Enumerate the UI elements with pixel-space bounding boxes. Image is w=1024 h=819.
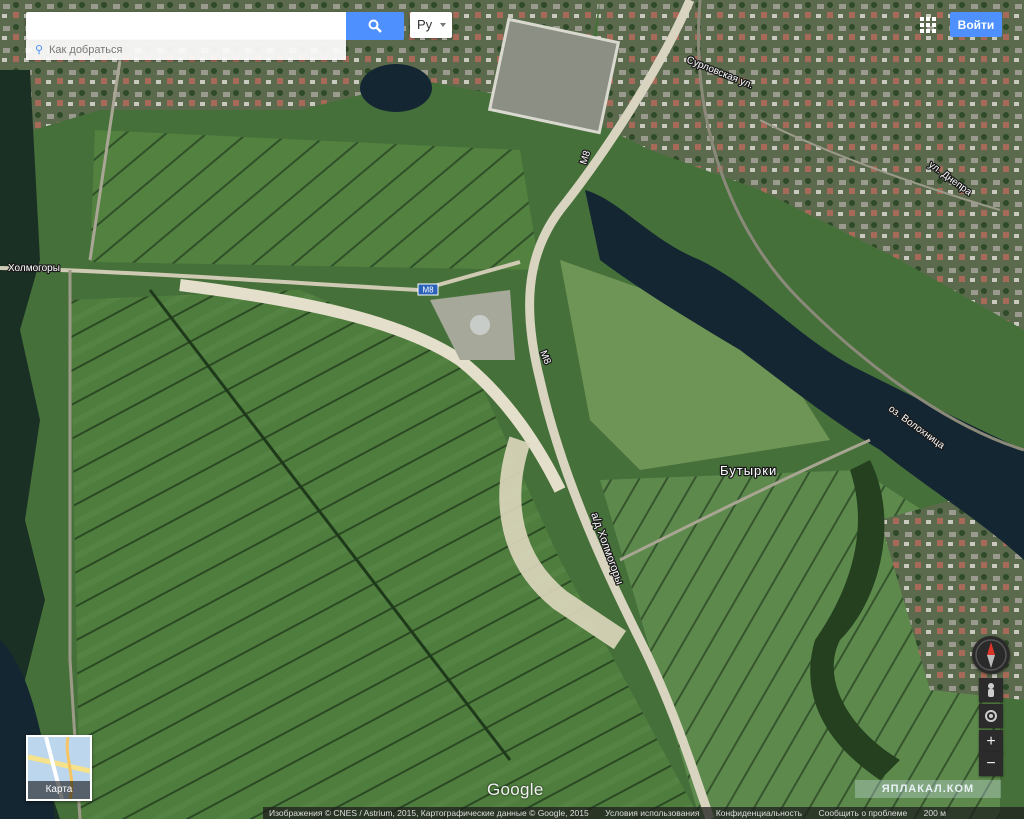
- my-location-icon[interactable]: [979, 704, 1003, 728]
- signin-button[interactable]: Войти: [950, 12, 1002, 37]
- watermark: ЯПЛАКАЛ.КОМ: [855, 780, 1001, 798]
- attribution-text: Изображения © CNES / Astrium, 2015, Карт…: [269, 808, 589, 818]
- m8-shield-label: М8: [422, 286, 434, 295]
- search-button[interactable]: [346, 12, 404, 40]
- language-selected: Ру: [417, 17, 433, 32]
- chevron-down-icon: [440, 23, 446, 27]
- directions-icon: ⚲: [35, 44, 44, 56]
- google-logo: Google: [487, 780, 544, 799]
- zoom-in-button[interactable]: +: [979, 730, 1003, 754]
- compass-icon[interactable]: [972, 636, 1010, 674]
- pegman-shape-icon: [988, 683, 994, 697]
- scale-label[interactable]: 200 м: [924, 808, 946, 818]
- search-icon: [368, 19, 382, 33]
- label-kholmogory-left: Холмогоры: [8, 263, 60, 274]
- minimap-label: Карта: [28, 781, 90, 799]
- privacy-link[interactable]: Конфиденциальность: [716, 808, 802, 818]
- compass-needle-icon: [975, 639, 1007, 671]
- attribution-bar: Изображения © CNES / Astrium, 2015, Карт…: [263, 807, 1024, 819]
- directions-label: Как добраться: [49, 44, 123, 56]
- language-select[interactable]: Ру: [410, 12, 452, 38]
- report-problem-link[interactable]: Сообщить о проблеме: [818, 808, 907, 818]
- search-input[interactable]: [36, 12, 340, 40]
- satellite-map[interactable]: Холмогоры М8 М8 М8 а/д Холмогоры Сурловс…: [0, 0, 1024, 819]
- map-type-toggle[interactable]: Карта: [26, 735, 92, 801]
- terms-link[interactable]: Условия использования: [605, 808, 699, 818]
- zoom-out-button[interactable]: −: [979, 752, 1003, 776]
- search-box[interactable]: [26, 12, 346, 40]
- location-target-icon: [985, 710, 997, 722]
- label-butyrki: Бутырки: [720, 463, 777, 478]
- apps-grid-icon[interactable]: [917, 14, 939, 36]
- m8-shield: М8: [417, 283, 439, 296]
- directions-link[interactable]: ⚲ Как добраться: [26, 40, 346, 60]
- pegman-icon[interactable]: [979, 678, 1003, 702]
